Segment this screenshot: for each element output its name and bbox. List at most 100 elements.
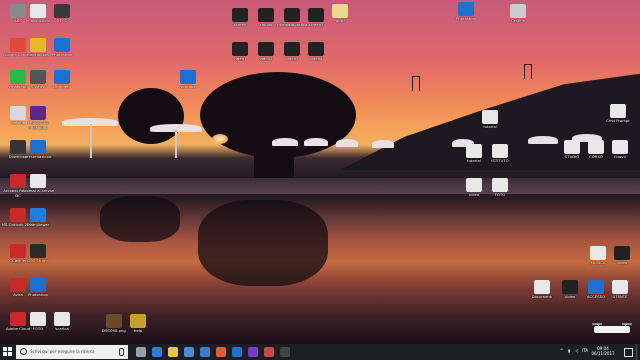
desktop-icon[interactable]: UTENTE <box>602 280 638 300</box>
file-icon <box>308 42 324 56</box>
file-icon <box>258 42 274 56</box>
desktop-icon[interactable]: Cmd Prompt <box>600 104 636 124</box>
desktop-icon[interactable]: presentazione <box>20 140 56 160</box>
umbrella <box>336 139 358 147</box>
desktop-icon-label: word <box>335 18 345 23</box>
desktop-icon[interactable]: DECO <box>44 4 80 24</box>
file-icon <box>534 280 550 294</box>
volume-icon[interactable]: ◁ <box>575 348 578 353</box>
system-clock[interactable]: 09:04 06/11/2017 <box>590 346 616 356</box>
desktop-icon[interactable]: Help <box>120 314 156 334</box>
desktop-icon-label: nuovo <box>614 154 626 159</box>
taskbar-task-view-icon[interactable] <box>136 347 146 357</box>
file-icon <box>232 8 248 22</box>
desktop-icon[interactable]: FOTO <box>482 178 518 198</box>
file-icon <box>614 246 630 260</box>
pool-edge <box>0 178 640 194</box>
taskbar-chrome-icon[interactable] <box>216 347 226 357</box>
taskbar-store-icon[interactable] <box>184 347 194 357</box>
file-icon <box>30 278 46 292</box>
file-icon <box>332 4 348 18</box>
desktop-icon-label: Photoshop <box>456 16 476 21</box>
desktop-icon[interactable]: tutorial <box>472 110 508 130</box>
taskbar: Scrivi qui per eseguire la ricerca ^ ▮ ◁… <box>0 344 640 360</box>
umbrella <box>304 138 328 146</box>
file-icon <box>258 8 274 22</box>
file-icon <box>54 312 70 326</box>
file-icon <box>54 70 70 84</box>
desktop-icon-label: TeamViewer <box>26 222 50 227</box>
tree-reflection <box>198 200 328 286</box>
desktop-icon-label: presentazione <box>24 154 52 159</box>
desktop-icon-label: Photoshop <box>28 292 48 297</box>
desktop-icon-label: OBS Studio <box>27 258 49 263</box>
desktop-icon-label: Photoshop <box>52 52 72 57</box>
taskbar-mail-icon[interactable] <box>200 347 210 357</box>
tree-trunk <box>254 124 294 184</box>
file-icon <box>232 42 248 56</box>
microphone-icon[interactable] <box>119 348 124 356</box>
show-desktop-button[interactable] <box>636 344 640 360</box>
file-icon <box>30 208 46 222</box>
desktop-icon[interactable]: scarica <box>44 312 80 332</box>
file-icon <box>610 104 626 118</box>
taskbar-edge-icon[interactable] <box>152 347 162 357</box>
desktop-icon[interactable]: Photoshop <box>44 38 80 58</box>
desktop-icon-label: youtube <box>180 84 196 89</box>
desktop-icon-label: ISTITUTO <box>491 158 509 163</box>
desktop-icon[interactable]: nuovo <box>602 140 638 160</box>
file-icon <box>466 144 482 158</box>
clock-date: 06/11/2017 <box>591 351 615 356</box>
file-icon <box>466 178 482 192</box>
umbrella <box>372 140 394 148</box>
desktop-icon[interactable]: word <box>322 4 358 24</box>
taskbar-obs-icon[interactable] <box>280 347 290 357</box>
desktop-icon[interactable]: PROGETTO PREMIERE <box>20 106 56 130</box>
file-icon <box>54 38 70 52</box>
input-language[interactable]: ITA <box>582 348 588 353</box>
desktop-icon-label: Cestino <box>510 18 526 23</box>
search-icon <box>20 348 27 355</box>
file-icon <box>492 144 508 158</box>
tree-reflection <box>100 196 180 242</box>
desktop-icon[interactable]: completo <box>44 70 80 90</box>
taskbar-search[interactable]: Scrivi qui per eseguire la ricerca <box>16 345 128 359</box>
desktop-icon[interactable]: video <box>604 246 640 266</box>
file-icon <box>562 280 578 294</box>
file-icon <box>30 244 46 258</box>
desktop-icon-label: screen3 <box>308 22 324 27</box>
taskbar-file-explorer-icon[interactable] <box>168 347 178 357</box>
desktop-icon[interactable]: OBS Studio <box>20 244 56 264</box>
umbrella <box>272 138 298 146</box>
umbrella-pole <box>175 130 177 158</box>
desktop-icon-label: FOTO <box>494 192 506 197</box>
taskbar-premiere-icon[interactable] <box>248 347 258 357</box>
desktop-icon[interactable]: video4 <box>298 42 334 62</box>
desktop-icon-label: tutorial <box>483 124 497 129</box>
taskbar-photoshop-icon[interactable] <box>232 347 242 357</box>
desktop-icon[interactable]: ISTITUTO <box>482 144 518 164</box>
desktop-icon[interactable]: Photoshop <box>448 2 484 22</box>
file-icon <box>482 110 498 124</box>
desktop-icon[interactable]: Cestino <box>500 4 536 24</box>
notification-center-icon[interactable] <box>624 348 633 357</box>
file-icon <box>612 280 628 294</box>
desktop-icon-label: Cmd Prompt <box>606 118 630 123</box>
desktop-icon-label: Help <box>133 328 143 333</box>
desktop-icon-label: scarica <box>55 326 69 331</box>
taskbar-media-icon[interactable] <box>264 347 274 357</box>
desktop-icon[interactable]: TeamViewer <box>20 208 56 228</box>
setting-sun <box>212 134 228 144</box>
desktop-icon[interactable]: Accessi ai servizi <box>20 174 56 194</box>
tray-arrow-icon[interactable]: ^ <box>560 348 563 353</box>
start-button[interactable] <box>3 347 13 357</box>
desktop-icon-label: completo <box>53 84 71 89</box>
umbrella-pole <box>90 124 92 158</box>
network-icon[interactable]: ▮ <box>568 348 570 353</box>
pylon <box>412 76 420 91</box>
desktop-icon-label: video <box>616 260 628 265</box>
search-placeholder: Scrivi qui per eseguire la ricerca <box>30 349 95 354</box>
desktop-icon[interactable]: Photoshop <box>20 278 56 298</box>
desktop-icon[interactable]: youtube <box>170 70 206 90</box>
desktop-icon-label: Accessi ai servizi <box>21 188 55 193</box>
